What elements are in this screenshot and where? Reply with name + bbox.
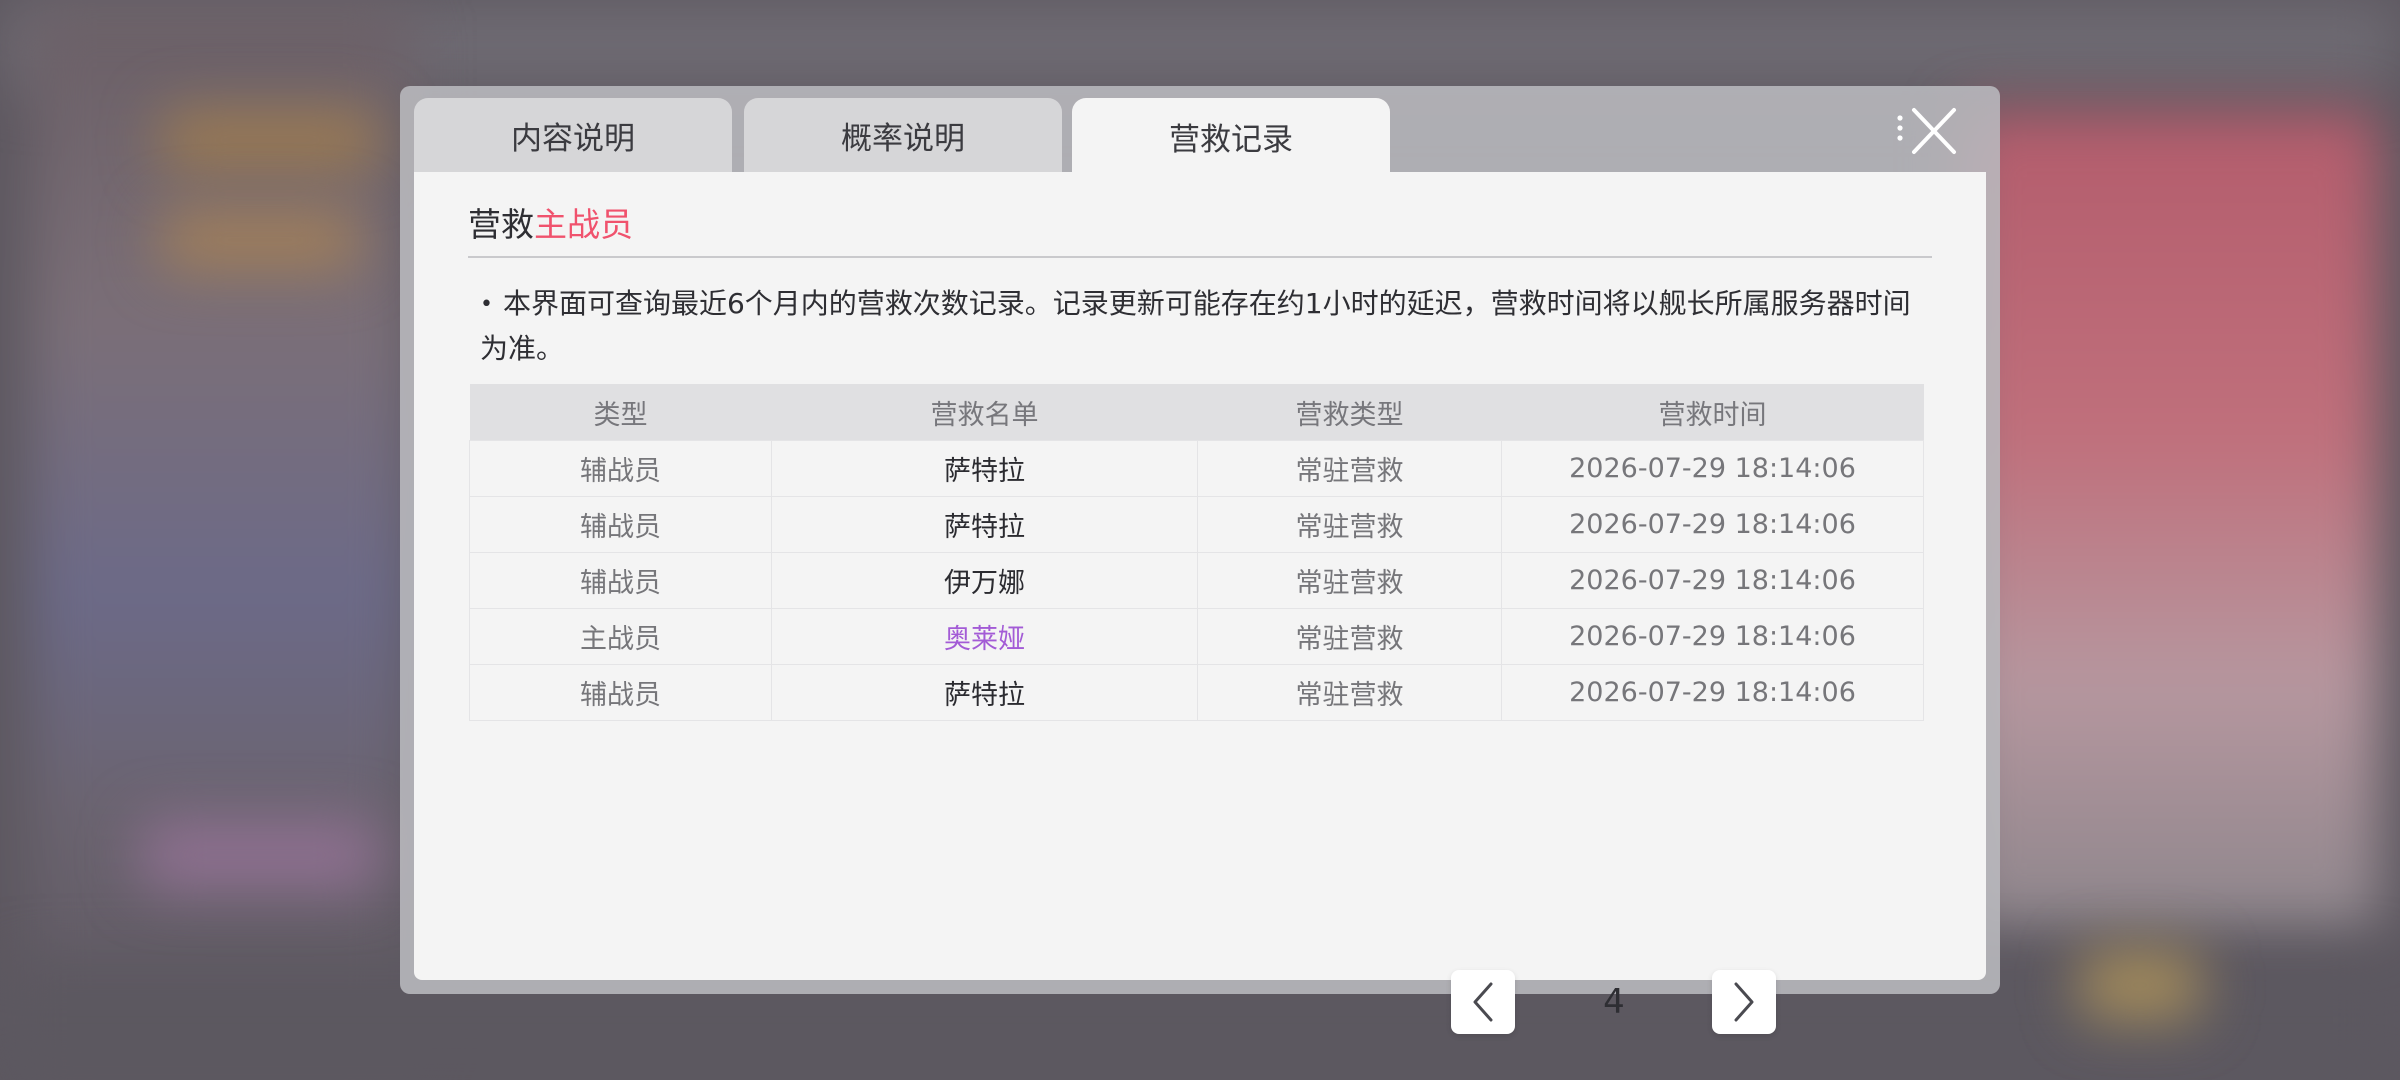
close-button[interactable] bbox=[1894, 104, 1964, 164]
table-row: 主战员 奥莱娅 常驻营救 2026-07-29 18:14:06 bbox=[469, 608, 1924, 665]
section-divider bbox=[468, 256, 1932, 258]
cell-rescue-type: 常驻营救 bbox=[1197, 496, 1502, 553]
tab-content-description[interactable]: 内容说明 bbox=[414, 98, 732, 172]
close-icon bbox=[1897, 108, 1956, 154]
table-row: 辅战员 萨特拉 常驻营救 2026-07-29 18:14:06 bbox=[469, 496, 1924, 553]
tab-probability-description[interactable]: 概率说明 bbox=[744, 98, 1062, 172]
next-page-button[interactable] bbox=[1712, 970, 1776, 1034]
header-rescue-type: 营救类型 bbox=[1197, 384, 1502, 441]
cell-name: 萨特拉 bbox=[771, 496, 1198, 553]
cell-name: 萨特拉 bbox=[771, 440, 1198, 497]
tab-label: 营救记录 bbox=[1169, 121, 1293, 158]
cell-time: 2026-07-29 18:14:06 bbox=[1501, 440, 1924, 497]
section-title-accent: 主战员 bbox=[534, 205, 633, 244]
notice-body: 本界面可查询最近6个月内的营救次数记录。记录更新可能存在约1小时的延迟，营救时间… bbox=[480, 287, 1911, 365]
table-row: 辅战员 伊万娜 常驻营救 2026-07-29 18:14:06 bbox=[469, 552, 1924, 609]
tab-label: 内容说明 bbox=[511, 120, 635, 157]
header-rescue-list: 营救名单 bbox=[771, 384, 1198, 441]
tab-content-panel: 营救主战员 • 本界面可查询最近6个月内的营救次数记录。记录更新可能存在约1小时的… bbox=[414, 172, 1986, 1034]
tab-label: 概率说明 bbox=[841, 120, 965, 157]
section-title-prefix: 营救 bbox=[468, 205, 534, 244]
table-header-row: 类型 营救名单 营救类型 营救时间 bbox=[469, 384, 1924, 441]
cell-rescue-type: 常驻营救 bbox=[1197, 608, 1502, 665]
cell-type: 辅战员 bbox=[469, 440, 772, 497]
header-type: 类型 bbox=[469, 384, 772, 441]
background-decoration bbox=[160, 210, 360, 270]
chevron-right-icon bbox=[1734, 982, 1754, 1022]
cell-type: 辅战员 bbox=[469, 496, 772, 553]
cell-name: 奥莱娅 bbox=[771, 608, 1198, 665]
background-decoration bbox=[2080, 950, 2200, 1020]
table-row: 辅战员 萨特拉 常驻营救 2026-07-29 18:14:06 bbox=[469, 440, 1924, 497]
cell-rescue-type: 常驻营救 bbox=[1197, 552, 1502, 609]
cell-time: 2026-07-29 18:14:06 bbox=[1501, 552, 1924, 609]
background-right-panel bbox=[1960, 110, 2380, 930]
current-page-number: 4 bbox=[1603, 982, 1625, 1022]
cell-type: 辅战员 bbox=[469, 552, 772, 609]
cell-name: 伊万娜 bbox=[771, 552, 1198, 609]
tab-rescue-record[interactable]: 营救记录 bbox=[1072, 98, 1390, 174]
cell-time: 2026-07-29 18:14:06 bbox=[1501, 496, 1924, 553]
table-row: 辅战员 萨特拉 常驻营救 2026-07-29 18:14:06 bbox=[469, 664, 1924, 721]
bullet-icon: • bbox=[480, 292, 493, 317]
rescue-record-table: 类型 营救名单 营救类型 营救时间 辅战员 萨特拉 常驻营救 2026-07-2… bbox=[469, 384, 1924, 721]
cell-rescue-type: 常驻营救 bbox=[1197, 664, 1502, 721]
background-decoration bbox=[140, 820, 380, 890]
cell-time: 2026-07-29 18:14:06 bbox=[1501, 664, 1924, 721]
cell-time: 2026-07-29 18:14:06 bbox=[1501, 608, 1924, 665]
previous-page-button[interactable] bbox=[1451, 970, 1515, 1034]
cell-name: 萨特拉 bbox=[771, 664, 1198, 721]
rescue-info-dialog: 内容说明 概率说明 营救记录 营救主战员 • 本界面可查询最近6个月内的营救次数记… bbox=[400, 86, 2000, 1034]
background-decoration bbox=[160, 110, 380, 170]
cell-type: 主战员 bbox=[469, 608, 772, 665]
notice-text: • 本界面可查询最近6个月内的营救次数记录。记录更新可能存在约1小时的延迟，营救时… bbox=[480, 282, 1920, 371]
section-title: 营救主战员 bbox=[468, 198, 633, 246]
chevron-left-icon bbox=[1473, 982, 1493, 1022]
header-rescue-time: 营救时间 bbox=[1501, 384, 1924, 441]
cell-type: 辅战员 bbox=[469, 664, 772, 721]
cell-rescue-type: 常驻营救 bbox=[1197, 440, 1502, 497]
